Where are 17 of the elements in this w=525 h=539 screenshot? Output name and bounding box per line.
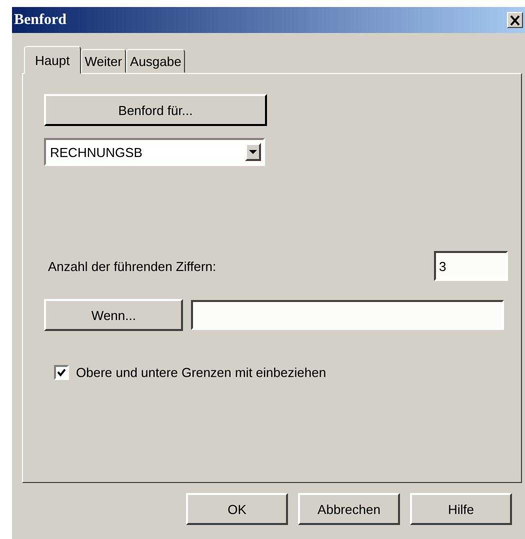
field-button[interactable]: Benford für... xyxy=(44,94,267,126)
close-icon xyxy=(509,14,521,26)
condition-field[interactable] xyxy=(191,300,504,330)
dialog-button[interactable]: OK xyxy=(186,493,288,525)
tab[interactable]: Ausgabe xyxy=(126,49,186,73)
digits-field[interactable]: 3 xyxy=(434,251,508,281)
dialog-button[interactable]: Abbrechen xyxy=(298,493,400,525)
close-button[interactable] xyxy=(507,12,523,28)
tab[interactable]: Haupt xyxy=(24,46,81,74)
checkbox[interactable] xyxy=(54,365,69,380)
window-title: Benford xyxy=(14,12,66,28)
digits-label: Anzahl der führenden Ziffern: xyxy=(48,258,216,274)
field-dropdown[interactable]: RECHNUNGSB xyxy=(44,138,265,166)
checkbox-label: Obere und untere Grenzen mit einbeziehen xyxy=(76,365,326,380)
dialog-button[interactable]: Hilfe xyxy=(410,493,512,525)
tab[interactable]: Weiter xyxy=(80,49,126,73)
condition-button[interactable]: Wenn... xyxy=(44,299,184,331)
